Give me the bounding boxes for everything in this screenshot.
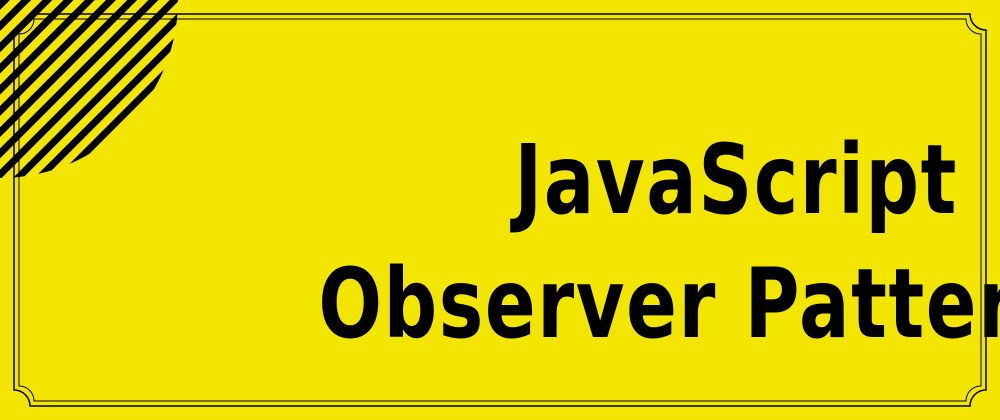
title-line-observer-pattern: Observer Pattern xyxy=(318,248,1000,360)
banner-title: JavaScript Observer Pattern xyxy=(318,118,1000,366)
title-line-javascript: JavaScript xyxy=(514,124,958,236)
banner-canvas: JavaScript Observer Pattern xyxy=(0,0,1000,420)
